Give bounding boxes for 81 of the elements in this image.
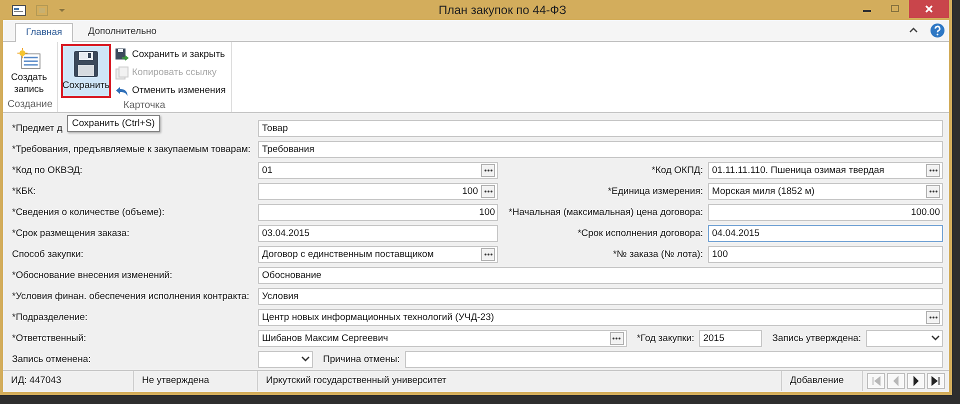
- field-label: *Единица измерения:: [608, 186, 703, 197]
- chevron-down-icon[interactable]: [301, 356, 310, 362]
- copy-icon: [115, 66, 129, 80]
- field-label: *Требования, предъявляемые к закупаемым товарам:: [12, 144, 251, 155]
- ribbon-tab[interactable]: Главная: [15, 22, 74, 42]
- browse-button[interactable]: [610, 332, 624, 345]
- lookup-field[interactable]: 01: [258, 162, 498, 179]
- status-text: Добавление: [782, 371, 863, 392]
- field-label: Причина отмены:: [323, 354, 400, 365]
- text-field[interactable]: 100.00: [708, 204, 943, 221]
- ellipsis-icon: [484, 190, 492, 193]
- lookup-field[interactable]: 100: [258, 182, 498, 200]
- text-field[interactable]: 03.04.2015: [258, 224, 498, 242]
- browse-button[interactable]: [926, 184, 940, 198]
- field-label: Способ закупки:: [12, 248, 84, 260]
- field-label: *Код ОКПД:: [652, 164, 703, 176]
- field-label: *Подразделение:: [12, 312, 88, 323]
- status-text: Иркутский государственный университет: [258, 371, 782, 392]
- close-button[interactable]: [909, 0, 949, 18]
- field-label: *Год закупки:: [636, 332, 694, 344]
- field-label: *Сведения о количестве (объеме):: [12, 206, 164, 218]
- window-title: План закупок по 44-ФЗ: [438, 3, 568, 17]
- field-label: *Начальная (максимальная) цена договора:: [508, 206, 703, 218]
- field-label: *Код по ОКВЭД:: [12, 164, 82, 176]
- browse-button[interactable]: [481, 184, 495, 198]
- text-field[interactable]: Обоснование: [258, 266, 943, 284]
- browse-button[interactable]: [926, 164, 940, 177]
- lookup-field[interactable]: Морская миля (1852 м): [708, 182, 943, 200]
- field-label: *Ответственный:: [12, 332, 86, 344]
- text-field[interactable]: 100: [258, 204, 498, 221]
- text-field[interactable]: Товар: [258, 120, 943, 137]
- ellipsis-icon: [928, 316, 938, 319]
- ellipsis-icon: [928, 168, 938, 172]
- field-label: Запись отменена:: [12, 354, 91, 365]
- window-icon: [12, 4, 26, 16]
- field-label: *Предмет д: [12, 122, 62, 134]
- group-label: Карточка: [122, 100, 166, 113]
- maximize-icon: [890, 4, 900, 14]
- field-label: *Условия финан. обеспечения исполнения контракта:: [12, 290, 250, 302]
- status-text: Не утверждена: [134, 371, 258, 392]
- first-page-icon: [870, 375, 882, 388]
- ellipsis-icon: [484, 252, 492, 256]
- lookup-field[interactable]: Договор с единственным поставщиком: [258, 246, 498, 263]
- field-label: *Срок исполнения договора:: [578, 228, 703, 239]
- chevron-down-icon[interactable]: [931, 335, 940, 342]
- last-page-icon: [930, 375, 942, 388]
- text-field[interactable]: Условия: [258, 288, 943, 305]
- field-label: *Срок размещения заказа:: [12, 228, 130, 239]
- tooltip: Сохранить (Ctrl+S): [67, 114, 160, 132]
- ribbon-tab[interactable]: Дополнительно: [77, 22, 168, 41]
- close-icon: [924, 4, 934, 14]
- field-label: *Обоснование внесения изменений:: [12, 270, 172, 281]
- browse-button[interactable]: [481, 164, 495, 177]
- field-label: *№ заказа (№ лота):: [612, 248, 703, 260]
- text-field[interactable]: 2015: [699, 330, 762, 347]
- field-label: Запись утверждена:: [772, 332, 861, 344]
- browse-button[interactable]: [481, 248, 495, 261]
- text-field[interactable]: [404, 350, 943, 368]
- ribbon-button[interactable]: Создать запись: [6, 44, 52, 98]
- lookup-field[interactable]: Центр новых информационных технологий (УЧД-23): [258, 308, 943, 326]
- dropdown-field[interactable]: [258, 350, 313, 368]
- ellipsis-icon: [928, 190, 938, 193]
- lookup-field[interactable]: Шибанов Максим Сергеевич: [258, 330, 627, 347]
- ribbon-button[interactable]: Отменить изменения: [113, 82, 228, 100]
- dropdown-field[interactable]: [866, 330, 943, 347]
- floppy-arrow-icon: [115, 48, 129, 62]
- ellipsis-icon: [484, 168, 492, 172]
- ribbon-button[interactable]: Сохранить и закрыть: [113, 46, 228, 64]
- browse-button[interactable]: [926, 310, 940, 324]
- next-button[interactable]: [907, 373, 925, 390]
- ellipsis-icon: [612, 336, 622, 340]
- collapse-icon[interactable]: [909, 27, 918, 34]
- text-field[interactable]: Требования: [258, 140, 943, 158]
- last-page-button[interactable]: [927, 373, 945, 390]
- group-label: Создание: [6, 98, 54, 112]
- help-icon[interactable]: [930, 22, 945, 38]
- text-field[interactable]: 04.04.2015: [708, 224, 943, 242]
- status-text: ИД: 447043: [3, 371, 134, 392]
- lookup-field[interactable]: 01.11.11.110. Пшеница озимая твердая: [708, 162, 943, 179]
- text-field[interactable]: 100: [708, 246, 943, 263]
- field-label: *КБК:: [12, 186, 36, 197]
